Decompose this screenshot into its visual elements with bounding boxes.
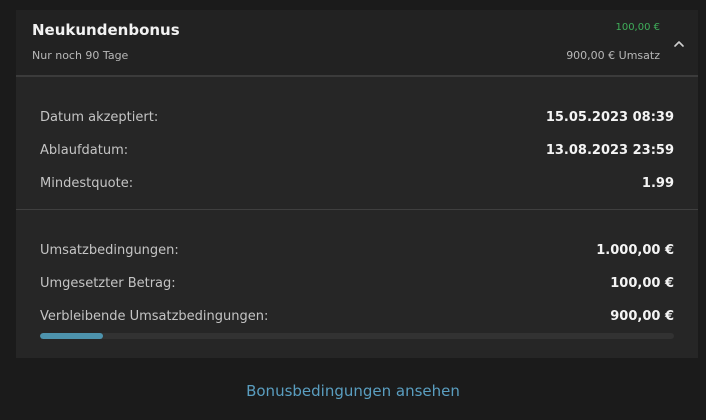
min-odds-value: 1.99 — [641, 176, 674, 191]
accepted-date-value: 15.05.2023 08:39 — [545, 110, 674, 125]
row-wagered-amount: Umgesetzter Betrag: 100,00 € — [40, 276, 674, 296]
bonus-card: Neukundenbonus Nur noch 90 Tage 100,00 €… — [16, 10, 698, 358]
bonus-details-section: Datum akzeptiert: 15.05.2023 08:39 Ablau… — [16, 77, 698, 210]
row-wagering-requirement: Umsatzbedingungen: 1.000,00 € — [40, 243, 674, 263]
remaining-wagering-value: 900,00 € — [610, 309, 674, 324]
row-expiry-date: Ablaufdatum: 13.08.2023 23:59 — [40, 143, 674, 163]
bonus-remaining-days: Nur noch 90 Tage — [32, 49, 129, 62]
wagered-amount-label: Umgesetzter Betrag: — [40, 276, 176, 291]
expiry-date-label: Ablaufdatum: — [40, 143, 129, 158]
wagered-amount-value: 100,00 € — [610, 276, 674, 291]
bonus-terms-link[interactable]: Bonusbedingungen ansehen — [0, 382, 706, 400]
chevron-up-icon-svg — [674, 41, 684, 47]
wagering-progress-fill — [40, 333, 104, 339]
wagering-section: Umsatzbedingungen: 1.000,00 € Umgesetzte… — [16, 210, 698, 358]
bonus-turnover: 900,00 € Umsatz — [566, 49, 660, 62]
bonus-header[interactable]: Neukundenbonus Nur noch 90 Tage 100,00 €… — [16, 10, 698, 77]
row-accepted-date: Datum akzeptiert: 15.05.2023 08:39 — [40, 110, 674, 130]
wagering-progress-bar — [40, 333, 674, 339]
row-min-odds: Mindestquote: 1.99 — [40, 176, 674, 196]
accepted-date-label: Datum akzeptiert: — [40, 110, 159, 125]
bonus-title: Neukundenbonus — [32, 21, 180, 39]
remaining-wagering-label: Verbleibende Umsatzbedingungen: — [40, 309, 269, 324]
chevron-up-icon[interactable] — [672, 36, 686, 50]
expiry-date-value: 13.08.2023 23:59 — [545, 143, 674, 158]
bonus-amount: 100,00 € — [615, 22, 660, 33]
wagering-requirement-label: Umsatzbedingungen: — [40, 243, 179, 258]
wagering-requirement-value: 1.000,00 € — [596, 243, 674, 258]
row-remaining-wagering: Verbleibende Umsatzbedingungen: 900,00 € — [40, 309, 674, 329]
min-odds-label: Mindestquote: — [40, 176, 134, 191]
